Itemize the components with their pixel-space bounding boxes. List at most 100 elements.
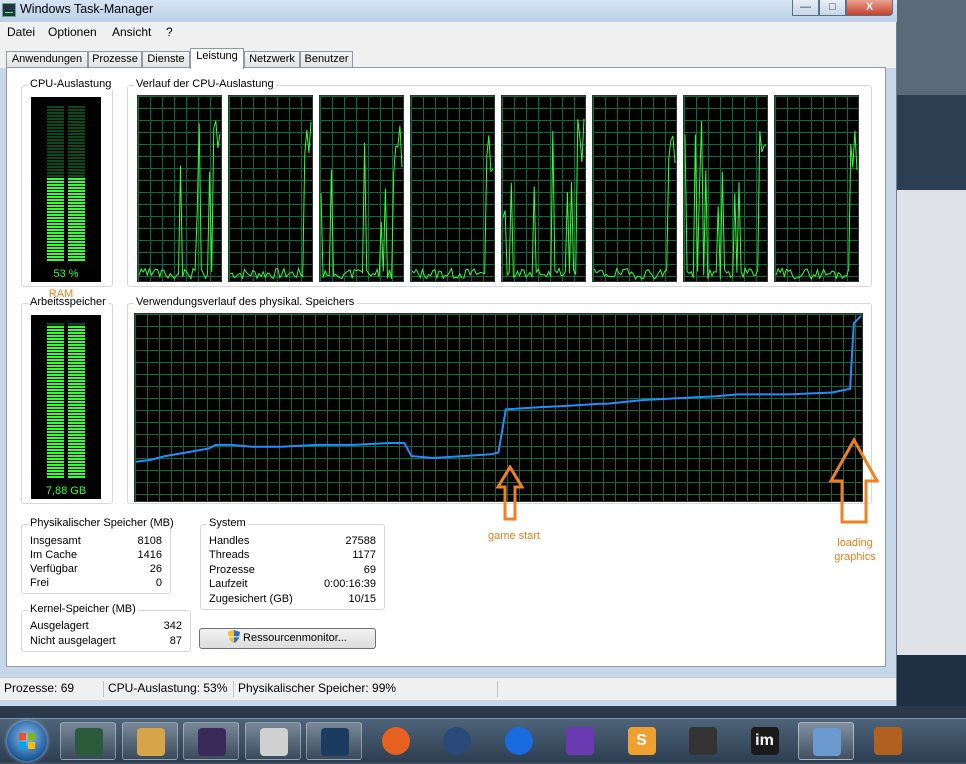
cpu-meter-segment — [68, 226, 85, 228]
taskbar-button[interactable] — [429, 722, 485, 760]
uac-shield-icon — [228, 630, 241, 643]
memory-meter-segment — [47, 428, 64, 430]
cpu-meter-segment — [68, 223, 85, 225]
cpu-meter-segment — [68, 127, 85, 129]
memory-meter-segment — [68, 395, 85, 397]
cpu-meter-segment — [68, 217, 85, 219]
memory-meter-segment — [68, 362, 85, 364]
stat-key: Insgesamt — [30, 535, 81, 547]
settings-gear-icon — [873, 727, 902, 755]
close-button[interactable]: X — [846, 0, 893, 16]
memory-meter-segment — [68, 401, 85, 403]
menu-datei[interactable]: Datei — [7, 25, 35, 39]
cpu-meter-segment — [68, 109, 85, 111]
menu-help[interactable]: ? — [166, 25, 173, 39]
cpu-meter-segment — [47, 244, 64, 246]
tab-leistung[interactable]: Leistung — [190, 48, 244, 69]
title-bar[interactable]: Windows Task-Manager — □ X — [0, 0, 897, 22]
cpu-meter-segment — [47, 163, 64, 165]
cpu-meter-segment — [68, 175, 85, 177]
tab-netzwerk[interactable]: Netzwerk — [244, 51, 300, 68]
cpu-meter-segment — [68, 193, 85, 195]
memory-meter-segment — [68, 452, 85, 454]
taskbar-button[interactable] — [368, 722, 424, 760]
cpu-meter-segment — [68, 214, 85, 216]
stat-row-prozesse: Prozesse 69 — [209, 564, 376, 578]
memory-meter-segment — [47, 470, 64, 472]
taskbar-button[interactable] — [183, 722, 239, 760]
stat-row-ausgelagert: Ausgelagert 342 — [30, 620, 182, 634]
maximize-button[interactable]: □ — [819, 0, 846, 16]
memory-meter-segment — [47, 347, 64, 349]
cpu-meter-segment — [47, 229, 64, 231]
memory-meter-segment — [47, 338, 64, 340]
start-button[interactable] — [7, 721, 47, 761]
cpu-meter-segment — [47, 109, 64, 111]
tab-anwendungen[interactable]: Anwendungen — [6, 51, 88, 68]
cpu-meter-segment — [68, 163, 85, 165]
cpu-meter-segment — [47, 259, 64, 261]
keyboard-icon — [504, 727, 533, 755]
cpu-meter-segment — [47, 157, 64, 159]
memory-meter-segment — [47, 353, 64, 355]
tab-benutzer[interactable]: Benutzer — [300, 51, 353, 68]
tab-dienste[interactable]: Dienste — [142, 51, 190, 68]
memory-meter-segment — [47, 335, 64, 337]
memory-meter-segment — [68, 338, 85, 340]
resource-monitor-button[interactable]: Ressourcenmonitor... — [199, 628, 376, 649]
menu-ansicht[interactable]: Ansicht — [112, 25, 151, 39]
annotation-loading: loading — [837, 537, 873, 549]
memory-meter-segment — [47, 368, 64, 370]
cpu-core-line — [411, 135, 494, 280]
cpu-core-graph — [592, 95, 677, 282]
cpu-meter-segment — [47, 142, 64, 144]
taskbar-button[interactable] — [675, 722, 731, 760]
taskbar-button[interactable] — [552, 722, 608, 760]
taskbar-button[interactable] — [798, 722, 854, 760]
taskbar-button[interactable] — [121, 722, 178, 760]
cpu-meter-segment — [68, 211, 85, 213]
cpu-core-series — [684, 120, 767, 279]
memory-meter-segment — [47, 371, 64, 373]
memory-meter-segment — [47, 473, 64, 475]
taskbar-button[interactable]: im — [737, 722, 793, 760]
cpu-meter-segment — [68, 184, 85, 186]
taskbar-button[interactable] — [491, 722, 547, 760]
cpu-core-line — [320, 125, 403, 280]
memory-meter-segment — [68, 470, 85, 472]
cpu-meter-segment — [47, 160, 64, 162]
memory-meter-segment — [47, 359, 64, 361]
memory-meter-segment — [68, 332, 85, 334]
memory-meter-segment — [68, 356, 85, 358]
cpu-meter-segment — [68, 244, 85, 246]
cpu-meter-segment — [68, 253, 85, 255]
cpu-meter-segment — [47, 178, 64, 180]
memory-meter-segment — [47, 422, 64, 424]
stat-row-verfuegbar: Verfügbar 26 — [30, 563, 162, 577]
menu-optionen[interactable]: Optionen — [48, 25, 97, 39]
taskbar-button[interactable] — [60, 722, 116, 760]
taskbar-button[interactable] — [860, 722, 916, 760]
cpu-meter-segment — [68, 115, 85, 117]
cpu-usage-value: 53 % — [53, 268, 79, 280]
cpu-meter-segment — [47, 130, 64, 132]
memory-meter-segment — [68, 383, 85, 385]
taskbar-button[interactable]: S — [614, 722, 670, 760]
stat-value: 69 — [363, 564, 376, 576]
cpu-meter-segment — [47, 196, 64, 198]
stat-key: Frei — [30, 577, 49, 589]
memory-meter-segment — [68, 431, 85, 433]
window-title: Windows Task-Manager — [20, 2, 154, 16]
stat-key: Ausgelagert — [30, 620, 89, 632]
cpu-meter-segment — [47, 133, 64, 135]
minimize-button[interactable]: — — [792, 0, 819, 16]
cpu-meter-segment — [68, 130, 85, 132]
taskbar-button[interactable] — [244, 722, 301, 760]
memory-meter-segment — [47, 407, 64, 409]
cpu-meter-segment — [47, 256, 64, 258]
tab-prozesse[interactable]: Prozesse — [88, 51, 142, 68]
taskbar-button[interactable] — [306, 722, 362, 760]
cpu-meter-segment — [68, 238, 85, 240]
cpu-meter-segment — [47, 121, 64, 123]
cpu-meter-segment — [68, 148, 85, 150]
